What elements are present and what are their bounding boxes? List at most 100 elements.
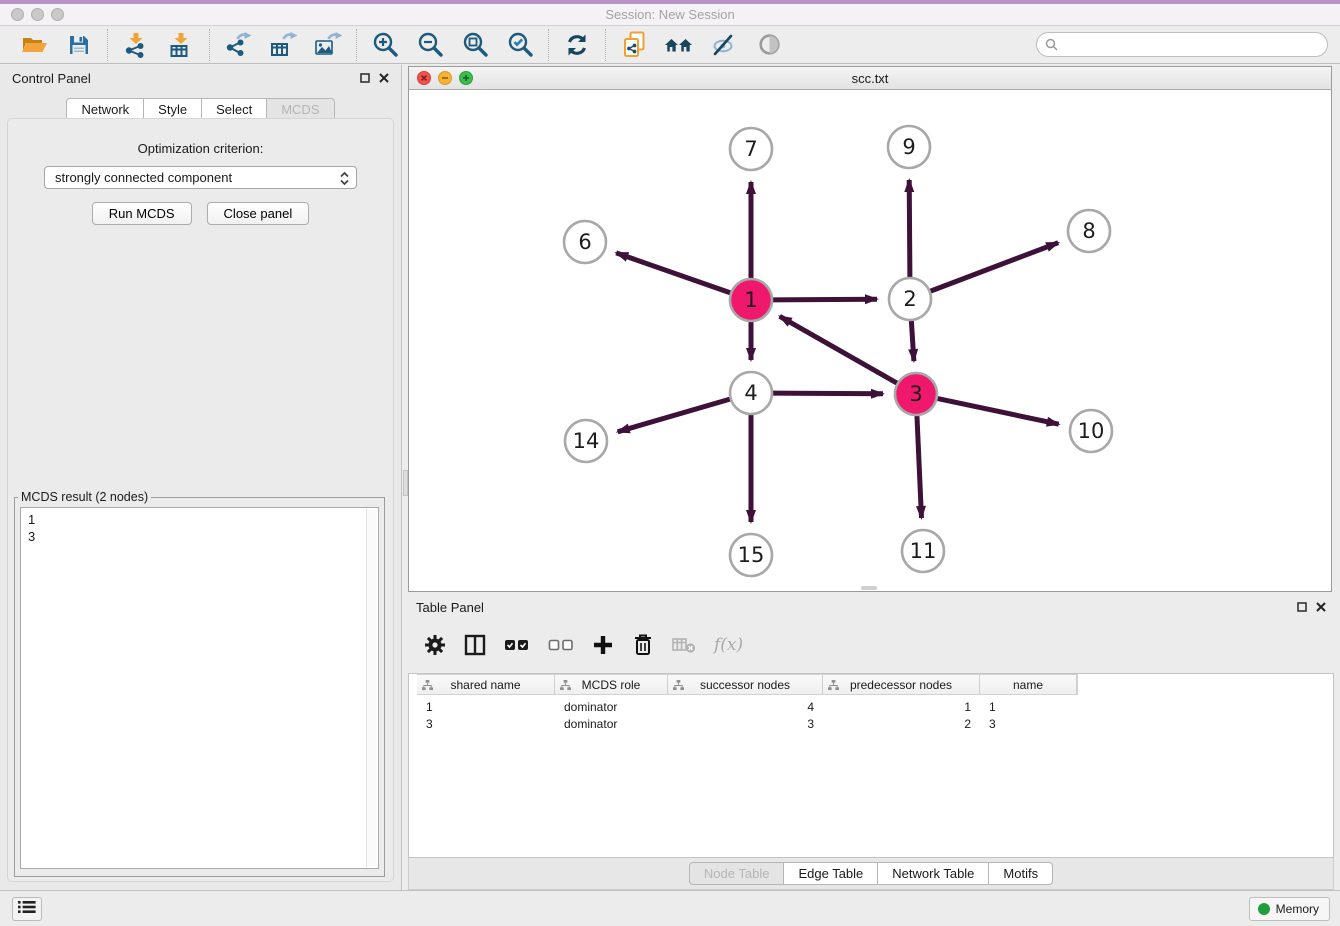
graph-edge-3-11[interactable] <box>917 415 922 518</box>
select-all-columns-icon[interactable] <box>504 636 530 654</box>
graph-node-2[interactable]: 2 <box>889 278 931 320</box>
toolbar-group <box>6 29 107 61</box>
close-panel-icon[interactable] <box>379 73 389 83</box>
table-settings-icon[interactable] <box>424 634 446 656</box>
add-column-icon[interactable] <box>592 634 614 656</box>
graph-node-10[interactable]: 10 <box>1070 410 1112 452</box>
graph-node-9[interactable]: 9 <box>888 126 930 168</box>
column-layout-icon[interactable] <box>464 634 486 656</box>
graph-node-7[interactable]: 7 <box>730 128 772 170</box>
column-header-name[interactable]: name <box>980 675 1077 694</box>
graph-node-3[interactable]: 3 <box>895 373 937 415</box>
graph-node-11[interactable]: 11 <box>902 530 944 572</box>
table-cell[interactable]: 3 <box>668 717 823 731</box>
tab-network-table[interactable]: Network Table <box>878 862 989 885</box>
tab-node-table[interactable]: Node Table <box>689 862 785 885</box>
column-header-MCDS-role[interactable]: MCDS role <box>555 675 668 694</box>
table-cell[interactable]: 3 <box>980 717 1077 731</box>
float-table-panel-icon[interactable] <box>1297 602 1307 612</box>
column-header-label: predecessor nodes <box>850 678 952 692</box>
delete-columns-icon[interactable] <box>632 633 654 657</box>
first-neighbors-icon[interactable] <box>664 30 694 60</box>
network-canvas[interactable]: 7 9 6 8 1 2 4 3 14 10 15 11 <box>409 91 1331 591</box>
graph-edge-4-14[interactable] <box>618 399 731 432</box>
delete-table-icon[interactable] <box>672 636 696 654</box>
run-mcds-button[interactable]: Run MCDS <box>92 202 192 225</box>
zoom-fit-icon[interactable] <box>460 30 490 60</box>
column-header-successor-nodes[interactable]: successor nodes <box>668 675 823 694</box>
column-header-predecessor-nodes[interactable]: predecessor nodes <box>823 675 980 694</box>
tab-edge-table[interactable]: Edge Table <box>784 862 878 885</box>
mcds-result-title: MCDS result (2 nodes) <box>18 490 151 504</box>
graph-node-1[interactable]: 1 <box>730 279 772 321</box>
control-panel-header: Control Panel <box>0 65 401 91</box>
table-row[interactable]: 1dominator411 <box>417 698 1078 715</box>
graph-edge-1-2[interactable] <box>772 299 877 300</box>
hide-selected-icon[interactable] <box>709 30 739 60</box>
float-panel-icon[interactable] <box>360 73 370 83</box>
graph-edge-3-10[interactable] <box>937 398 1059 424</box>
clone-network-icon[interactable] <box>619 30 649 60</box>
table-cell[interactable]: 1 <box>823 700 980 714</box>
tab-motifs[interactable]: Motifs <box>989 862 1053 885</box>
close-panel-button[interactable]: Close panel <box>207 202 310 225</box>
network-window-titlebar: scc.txt <box>409 67 1331 90</box>
zoom-selected-icon[interactable] <box>505 30 535 60</box>
graph-node-4[interactable]: 4 <box>730 372 772 414</box>
graph-edge-3-1[interactable] <box>780 316 898 383</box>
graph-edge-2-9[interactable] <box>909 180 910 278</box>
table-cell[interactable]: dominator <box>555 700 668 714</box>
table-cell[interactable]: dominator <box>555 717 668 731</box>
export-table-icon[interactable] <box>268 30 298 60</box>
node-label: 1 <box>744 288 757 312</box>
export-image-icon[interactable] <box>313 30 343 60</box>
graph-edge-2-3[interactable] <box>911 320 914 361</box>
close-table-panel-icon[interactable] <box>1316 602 1326 612</box>
graph-node-14[interactable]: 14 <box>565 420 607 462</box>
table-cell[interactable]: 1 <box>417 700 555 714</box>
graph-edge-1-6[interactable] <box>616 253 731 293</box>
network-view-window: scc.txt 7 9 6 8 1 2 4 3 14 10 15 11 <box>408 66 1332 592</box>
application-window: Session: New Session Control Panel Netwo… <box>0 0 1340 926</box>
graph-node-8[interactable]: 8 <box>1068 210 1110 252</box>
result-scrollbar[interactable] <box>366 509 377 867</box>
table-panel: Table Panel f(x) shared nameMCDS rolesuc… <box>408 595 1334 890</box>
table-panel-header: Table Panel <box>408 595 1334 619</box>
graph-edge-4-3[interactable] <box>772 393 883 394</box>
node-label: 8 <box>1082 219 1095 243</box>
deselect-all-columns-icon[interactable] <box>548 636 574 654</box>
refresh-network-icon[interactable] <box>562 30 592 60</box>
criterion-select[interactable]: strongly connected component <box>44 166 357 189</box>
node-label: 11 <box>910 539 937 563</box>
function-builder-icon[interactable]: f(x) <box>714 635 743 655</box>
task-history-button[interactable] <box>12 897 42 921</box>
mcds-result-textarea[interactable]: 13 <box>20 507 379 869</box>
network-close-button[interactable] <box>417 71 431 85</box>
table-header-row: shared nameMCDS rolesuccessor nodes prede… <box>417 674 1078 695</box>
graph-node-15[interactable]: 15 <box>730 534 772 576</box>
table-cell[interactable]: 4 <box>668 700 823 714</box>
optimization-criterion-label: Optimization criterion: <box>8 141 393 156</box>
graph-node-6[interactable]: 6 <box>564 221 606 263</box>
table-row[interactable]: 3dominator323 <box>417 715 1078 732</box>
import-network-icon[interactable] <box>121 30 151 60</box>
zoom-in-icon[interactable] <box>370 30 400 60</box>
table-cell[interactable]: 1 <box>980 700 1077 714</box>
import-table-icon[interactable] <box>166 30 196 60</box>
memory-button[interactable]: Memory <box>1249 897 1330 921</box>
zoom-out-icon[interactable] <box>415 30 445 60</box>
table-panel-footer: Node TableEdge TableNetwork TableMotifs <box>408 858 1334 890</box>
export-network-icon[interactable] <box>223 30 253 60</box>
search-input[interactable] <box>1036 32 1328 57</box>
node-table: shared nameMCDS rolesuccessor nodes prede… <box>408 673 1334 858</box>
table-cell[interactable]: 3 <box>417 717 555 731</box>
graph-edge-2-8[interactable] <box>930 243 1059 292</box>
column-header-shared-name[interactable]: shared name <box>417 675 555 694</box>
table-cell[interactable]: 2 <box>823 717 980 731</box>
network-zoom-button[interactable] <box>459 71 473 85</box>
network-minimize-button[interactable] <box>438 71 452 85</box>
canvas-scroll-nub[interactable] <box>861 586 877 590</box>
show-hidden-icon[interactable] <box>754 30 784 60</box>
open-file-icon[interactable] <box>19 30 49 60</box>
save-session-icon[interactable] <box>64 30 94 60</box>
